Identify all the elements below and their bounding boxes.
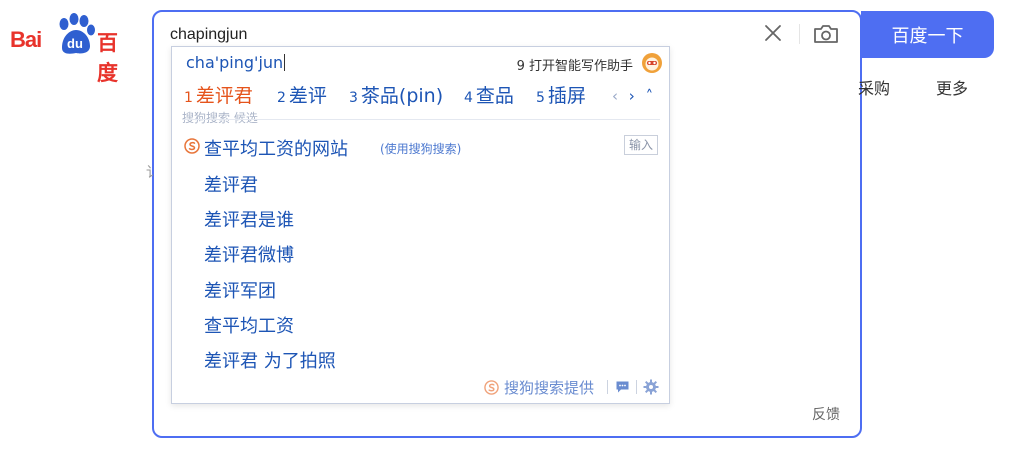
ime-top-suggestion-hint: (使用搜狗搜索) — [380, 142, 462, 156]
ime-suggestion-item[interactable]: 差评君 — [204, 171, 258, 197]
chevron-up-icon[interactable]: ˄ — [646, 87, 654, 105]
ime-suggestion-item[interactable]: 查平均工资 — [204, 312, 294, 338]
ime-candidate[interactable]: 1 差评君 — [184, 81, 253, 108]
logo-text-latin: Bai — [10, 27, 42, 52]
ime-candidate[interactable]: 4 查品 — [464, 81, 514, 108]
ime-suggestion-item[interactable]: 差评君 为了拍照 — [204, 347, 336, 373]
chevron-right-icon[interactable]: › — [629, 87, 635, 105]
nav-more-link[interactable]: 更多 — [936, 75, 968, 99]
close-icon[interactable] — [762, 22, 784, 44]
ime-top-suggestion-text: 查平均工资的网站 — [204, 139, 348, 160]
logo-text-cn: 百度 — [97, 31, 118, 85]
input-badge[interactable]: 输入 — [624, 135, 658, 155]
divider — [799, 24, 800, 44]
ime-candidate-list: 1 差评君 2 差评 3 茶品(pin) 4 查品 5 插屏 — [184, 81, 654, 107]
ime-candidate[interactable]: 2 差评 — [277, 81, 327, 108]
divider — [607, 380, 608, 394]
ime-pinyin-composition: cha'ping'jun — [186, 53, 286, 72]
ime-provider-link[interactable]: 搜狗搜索提供 — [504, 377, 594, 398]
chevron-left-icon[interactable]: ‹ — [612, 87, 618, 105]
divider — [636, 380, 637, 394]
sogou-logo-icon — [484, 380, 499, 395]
text-caret — [284, 54, 286, 71]
mascot-icon[interactable] — [641, 52, 663, 74]
ime-source-label: 搜狗搜索 候选 — [182, 111, 258, 125]
ime-candidate[interactable]: 5 插屏 — [536, 81, 586, 108]
ime-suggestion-item[interactable]: 差评军团 — [204, 277, 276, 303]
ime-candidate[interactable]: 3 茶品(pin) — [349, 81, 443, 108]
chat-bubble-icon[interactable] — [615, 380, 630, 394]
baidu-logo[interactable]: Bai du 百度 — [10, 12, 135, 85]
camera-icon[interactable] — [812, 22, 840, 46]
search-button[interactable]: 百度一下 — [861, 11, 994, 58]
ime-footer: 搜狗搜索提供 — [484, 377, 664, 397]
ime-top-suggestion[interactable]: 查平均工资的网站 (使用搜狗搜索) — [184, 135, 654, 160]
ime-writing-assistant-link[interactable]: 9 打开智能写作助手 — [517, 55, 633, 74]
divider — [182, 119, 660, 120]
gear-icon[interactable] — [643, 379, 659, 395]
sogou-logo-icon — [184, 138, 200, 154]
nav-purchase-link[interactable]: 采购 — [858, 75, 890, 99]
ime-suggestion-item[interactable]: 差评君是谁 — [204, 206, 294, 232]
ime-pinyin-text: cha'ping'jun — [186, 53, 284, 72]
feedback-link[interactable]: 反馈 — [812, 404, 840, 424]
ime-panel: cha'ping'jun 9 打开智能写作助手 1 差评君 2 差评 3 茶品(pin… — [171, 46, 670, 404]
ime-suggestion-item[interactable]: 差评君微博 — [204, 241, 294, 267]
ime-pager: ‹ › ˄ — [612, 87, 659, 105]
search-input[interactable] — [170, 22, 730, 48]
background-partial-text: 讠 — [146, 165, 160, 181]
logo-text-badge: du — [67, 36, 83, 51]
